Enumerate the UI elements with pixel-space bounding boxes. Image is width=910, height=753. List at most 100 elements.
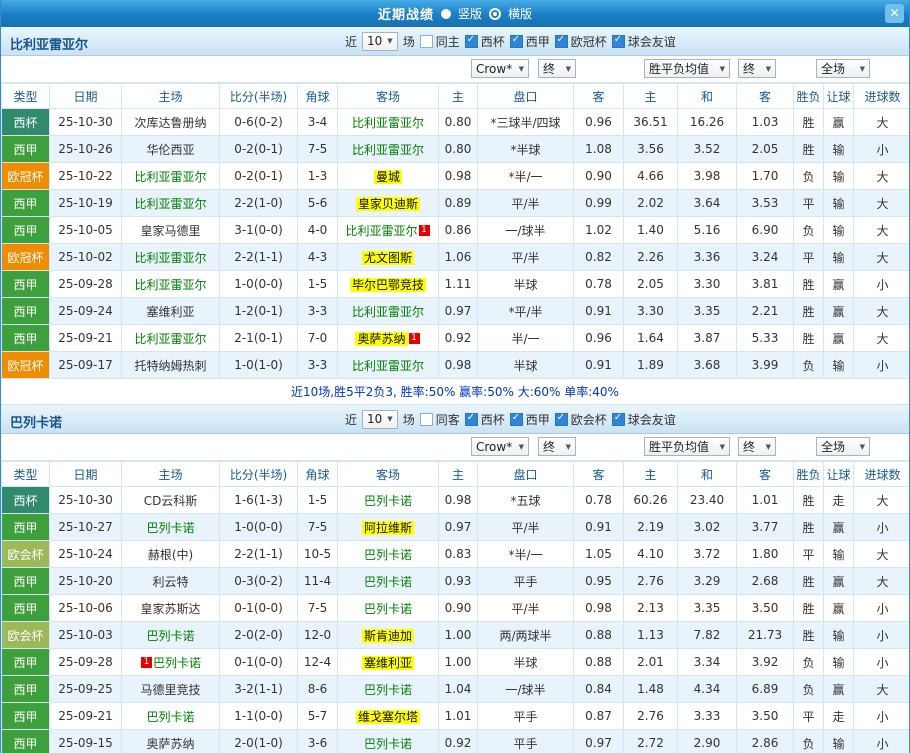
home-team-name[interactable]: 奥萨苏纳 (146, 737, 194, 751)
filter-friendly[interactable]: 球会友谊 (611, 33, 676, 50)
odds-final-select[interactable]: 终 ▼ (538, 59, 576, 78)
home-team-name[interactable]: 比利亚雷亚尔 (134, 197, 206, 211)
match-date: 25-10-05 (49, 216, 122, 244)
filter-laliga[interactable]: 西甲 (509, 33, 550, 50)
home-team-name[interactable]: 巴列卡诺 (146, 629, 194, 643)
column-header: 客场 (337, 461, 439, 487)
column-dropdown-row: Crow* ▼ 终 ▼ 胜平负均值 ▼ 终 ▼ 全场 ▼ (1, 434, 909, 461)
away-team-name[interactable]: 巴列卡诺 (364, 575, 412, 589)
away-team-name[interactable]: 比利亚雷亚尔 (352, 143, 424, 157)
away-team-name[interactable]: 比利亚雷亚尔 (345, 224, 417, 238)
home-team-name[interactable]: 托特纳姆热刺 (134, 359, 206, 373)
horizontal-layout-label[interactable]: 横版 (508, 5, 532, 22)
home-team-name[interactable]: 比利亚雷亚尔 (134, 278, 206, 292)
home-team-name[interactable]: CD云科斯 (144, 494, 198, 508)
home-team-name[interactable]: 比利亚雷亚尔 (134, 332, 206, 346)
games-count-select[interactable]: 10 ▼ (362, 409, 398, 429)
filter-laliga[interactable]: 西甲 (509, 411, 550, 428)
handicap-odds-away: 0.84 (573, 675, 624, 703)
avg-odds-home: 2.13 (623, 594, 678, 622)
filter-same-venue[interactable]: 同主 (419, 33, 460, 50)
away-team-name[interactable]: 巴列卡诺 (364, 548, 412, 562)
scope-select[interactable]: 全场 ▼ (816, 59, 870, 78)
away-team-name[interactable]: 曼城 (373, 169, 402, 184)
match-row: 西甲 25-09-24 塞维利亚 1-2(0-1) 3-3 比利亚雷亚尔 0.97 *平/半 0… (1, 297, 909, 325)
vertical-layout-radio[interactable] (440, 8, 451, 19)
filter-copa[interactable]: 西杯 (464, 33, 505, 50)
away-team-name[interactable]: 比利亚雷亚尔 (352, 359, 424, 373)
vertical-layout-label[interactable]: 竖版 (458, 5, 482, 22)
avg-odds-away: 3.99 (736, 351, 794, 379)
away-team-name[interactable]: 毕尔巴鄂竞技 (349, 277, 426, 292)
handicap-odds-away: 1.08 (573, 135, 624, 163)
away-team-name[interactable]: 尤文图斯 (361, 250, 414, 265)
table-header-row: 类型 日期 主场 比分(半场) 角球 客场主盘口客主和客胜负 让球 进球数 (1, 83, 909, 109)
avg-odds-home: 2.02 (623, 189, 678, 217)
handicap-odds-home: 0.80 (438, 108, 478, 136)
avg-odds-select[interactable]: 胜平负均值 ▼ (644, 59, 730, 78)
odds-company-select[interactable]: Crow* ▼ (471, 59, 529, 78)
home-team-name[interactable]: 皇家马德里 (140, 224, 200, 238)
filter-uecl[interactable]: 欧会杯 (554, 411, 607, 428)
home-team-name[interactable]: 塞维利亚 (146, 305, 194, 319)
home-team-name[interactable]: 利云特 (152, 575, 188, 589)
home-team-name[interactable]: 巴列卡诺 (146, 521, 194, 535)
avg-odds-select[interactable]: 胜平负均值 ▼ (644, 437, 730, 456)
handicap-odds-home: 0.89 (438, 189, 478, 217)
away-team-name[interactable]: 塞维利亚 (361, 655, 414, 670)
avg-final-select[interactable]: 终 ▼ (738, 437, 776, 456)
checkbox (464, 34, 478, 48)
checkbox (611, 412, 625, 426)
match-score: 1-0(1-0) (219, 351, 298, 379)
filter-friendly[interactable]: 球会友谊 (611, 411, 676, 428)
handicap-result-indicator: 赢 (823, 324, 854, 352)
result-indicator: 平 (793, 243, 824, 271)
horizontal-layout-radio[interactable] (489, 7, 501, 20)
column-header: 进球数 (853, 461, 909, 487)
scope-select[interactable]: 全场 ▼ (816, 437, 870, 456)
column-header: 比分(半场) (219, 83, 298, 109)
games-count-select[interactable]: 10 ▼ (362, 31, 398, 51)
avg-odds-draw: 3.29 (677, 567, 737, 595)
handicap-result-indicator: 赢 (823, 108, 854, 136)
home-team-name[interactable]: 巴列卡诺 (153, 656, 201, 670)
away-team-name[interactable]: 斯肯迪加 (361, 628, 414, 643)
filter-same-venue[interactable]: 同客 (419, 411, 460, 428)
away-team-name[interactable]: 巴列卡诺 (364, 683, 412, 697)
checkbox (554, 34, 568, 48)
home-team-name[interactable]: 皇家苏斯达 (140, 602, 200, 616)
filter-copa[interactable]: 西杯 (464, 411, 505, 428)
home-team-name[interactable]: 赫根(中) (148, 548, 193, 562)
home-team-name[interactable]: 华伦西亚 (146, 143, 194, 157)
competition-type-badge: 西杯 (1, 108, 50, 136)
filter-ucl[interactable]: 欧冠杯 (554, 33, 607, 50)
away-team-name[interactable]: 巴列卡诺 (364, 737, 412, 751)
away-team-name[interactable]: 比利亚雷亚尔 (352, 305, 424, 319)
away-team-name[interactable]: 维戈塞尔塔 (355, 709, 420, 724)
match-score: 0-2(0-1) (219, 135, 298, 163)
avg-final-select[interactable]: 终 ▼ (738, 59, 776, 78)
away-team-name[interactable]: 奥萨苏纳 (355, 331, 408, 346)
goals-result-indicator: 小 (853, 351, 909, 379)
avg-odds-draw: 3.33 (677, 702, 737, 730)
away-team-name[interactable]: 巴列卡诺 (364, 494, 412, 508)
home-team-name[interactable]: 比利亚雷亚尔 (134, 251, 206, 265)
home-team-name[interactable]: 比利亚雷亚尔 (134, 170, 206, 184)
home-team-name[interactable]: 马德里竞技 (140, 683, 200, 697)
away-team-name[interactable]: 阿拉维斯 (361, 520, 414, 535)
home-team-cell: 比利亚雷亚尔 (121, 243, 220, 271)
corners-count: 8-6 (297, 675, 338, 703)
home-team-name[interactable]: 巴列卡诺 (146, 710, 194, 724)
corners-count: 12-4 (297, 648, 338, 676)
away-team-name[interactable]: 比利亚雷亚尔 (352, 116, 424, 130)
match-score: 1-0(0-0) (219, 513, 298, 541)
odds-final-select[interactable]: 终 ▼ (538, 437, 576, 456)
home-team-name[interactable]: 次库达鲁册纳 (134, 116, 206, 130)
handicap-result-indicator: 赢 (823, 675, 854, 703)
away-team-name[interactable]: 皇家贝迪斯 (355, 196, 420, 211)
away-team-cell: 维戈塞尔塔 (337, 702, 439, 730)
away-team-name[interactable]: 巴列卡诺 (364, 602, 412, 616)
close-icon[interactable]: ✕ (885, 4, 904, 23)
avg-odds-away: 1.03 (736, 108, 794, 136)
odds-company-select[interactable]: Crow* ▼ (471, 437, 529, 456)
